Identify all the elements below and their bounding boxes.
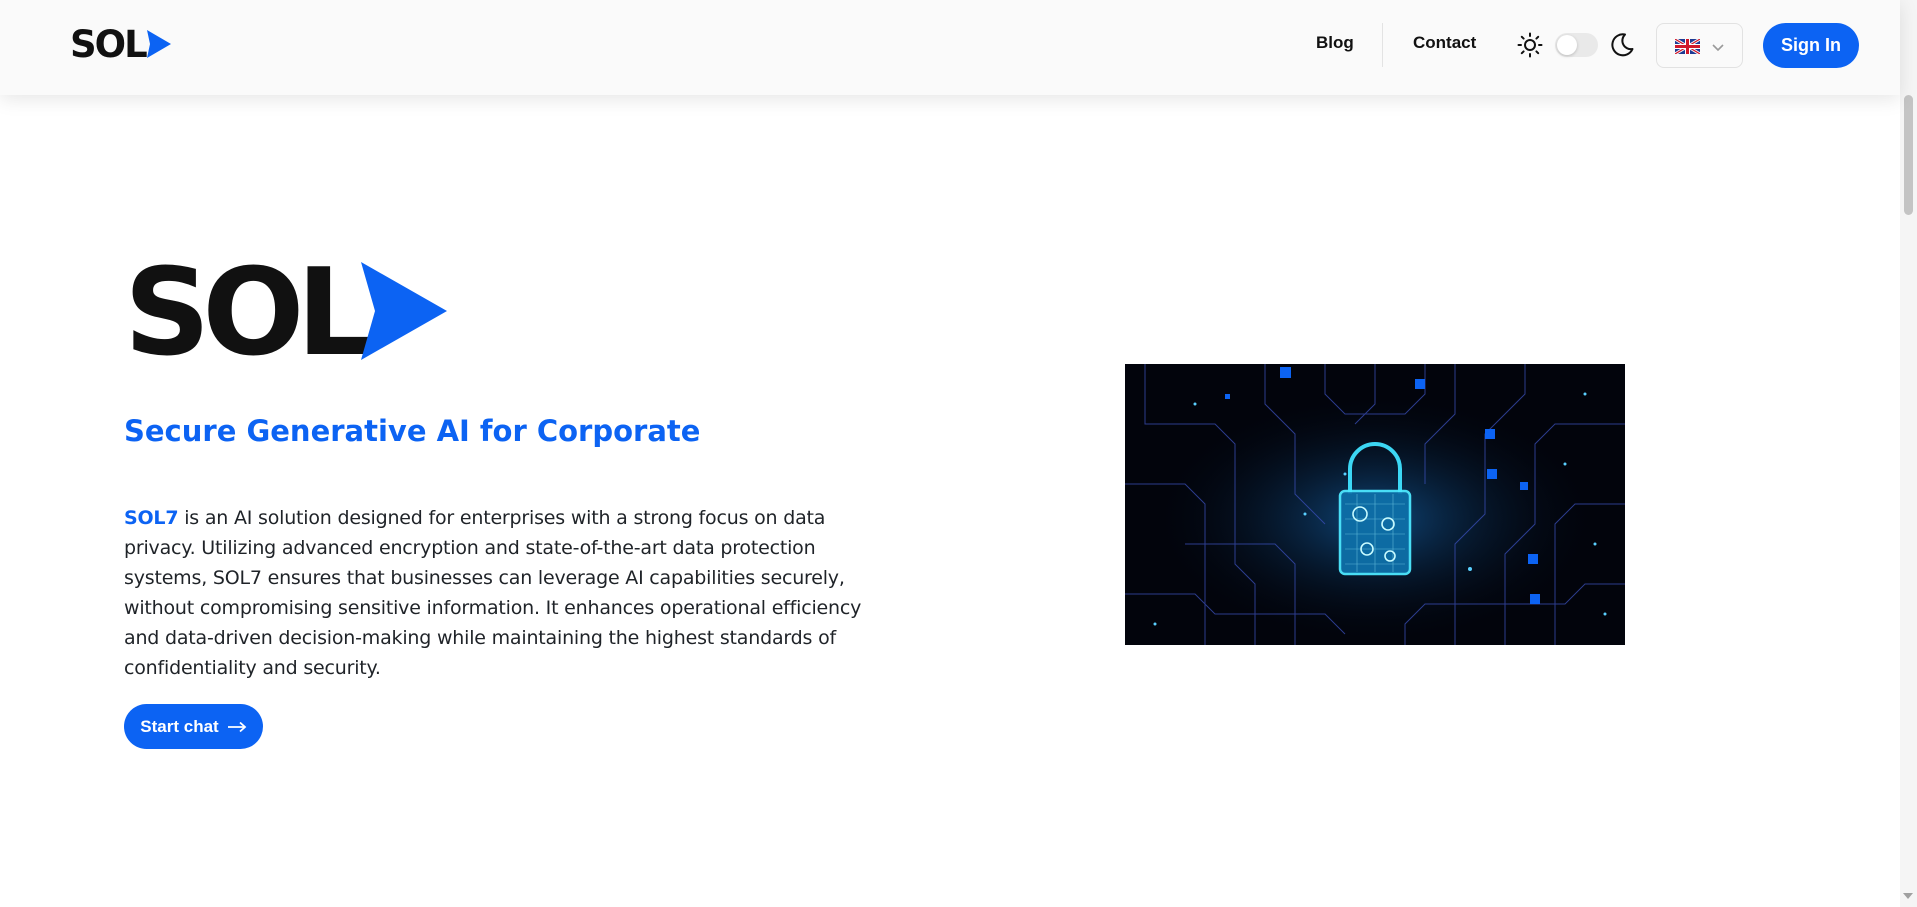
moon-icon[interactable] xyxy=(1608,31,1636,59)
hero-description: SOL7 is an AI solution designed for ente… xyxy=(124,503,894,683)
scroll-down-arrow-icon[interactable] xyxy=(1903,893,1913,899)
toggle-knob xyxy=(1557,35,1577,55)
scrollbar[interactable] xyxy=(1900,0,1917,907)
padlock-circuit-image xyxy=(1125,364,1625,645)
uk-flag-icon xyxy=(1675,39,1700,54)
hero-logo: SOL xyxy=(124,250,447,374)
chevron-down-icon xyxy=(1712,44,1724,52)
language-select[interactable] xyxy=(1656,23,1743,68)
start-chat-button[interactable]: Start chat xyxy=(124,704,263,749)
start-chat-label: Start chat xyxy=(140,716,219,736)
nav-blog-link[interactable]: Blog xyxy=(1316,33,1354,53)
hero-title: Secure Generative AI for Corporate xyxy=(124,414,701,448)
sun-icon[interactable] xyxy=(1517,32,1543,58)
hero-logo-text: SOL xyxy=(124,244,373,383)
logo-chevron-icon xyxy=(146,30,171,58)
scrollbar-thumb[interactable] xyxy=(1904,95,1913,215)
logo-text: SOL xyxy=(70,22,148,66)
header-logo[interactable]: SOL xyxy=(70,25,171,63)
nav-contact-link[interactable]: Contact xyxy=(1413,33,1476,53)
arrow-right-icon xyxy=(227,721,247,732)
theme-toggle[interactable] xyxy=(1555,33,1598,57)
hero-logo-chevron-icon xyxy=(360,262,447,360)
hero-brand-name: SOL7 xyxy=(124,507,179,529)
hero-description-text: is an AI solution designed for enterpris… xyxy=(124,507,862,679)
top-navbar: SOL Blog Contact Sign In xyxy=(0,0,1900,95)
sign-in-button[interactable]: Sign In xyxy=(1763,23,1859,68)
padlock-image-icon xyxy=(1125,364,1625,645)
nav-divider xyxy=(1382,23,1383,67)
